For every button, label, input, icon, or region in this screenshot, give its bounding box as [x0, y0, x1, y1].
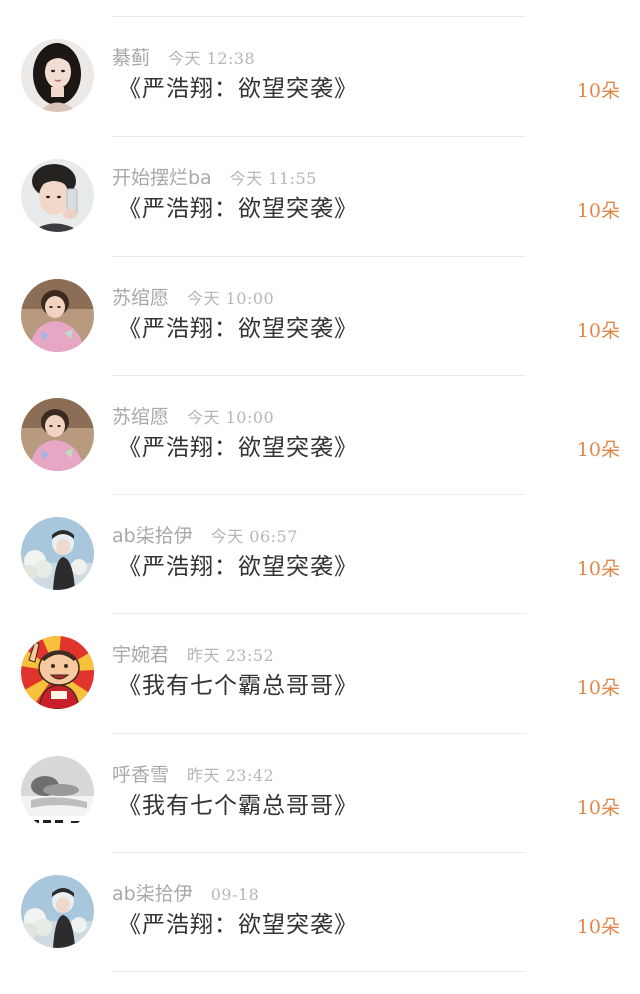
- record-meta: 开始摆烂ba 今天 11:55: [112, 165, 317, 191]
- avatar-boy-phone-icon[interactable]: [21, 159, 94, 232]
- gift-amount: 10朵: [576, 439, 620, 461]
- gift-amount: 10朵: [576, 677, 620, 699]
- avatar-cartoon-jersey-icon[interactable]: [21, 636, 94, 709]
- record-meta: 苏绾愿 今天 10:00: [112, 404, 274, 430]
- username[interactable]: 苏绾愿: [112, 287, 169, 309]
- avatar-girl-pink-shirt-icon[interactable]: [21, 398, 94, 471]
- username[interactable]: ab柒拾伊: [112, 525, 193, 547]
- username[interactable]: 呼香雪: [112, 764, 169, 786]
- gift-record-row[interactable]: ab柒拾伊 今天 06:57 《严浩翔：欲望突袭》 10朵: [0, 495, 640, 614]
- record-meta: ab柒拾伊 今天 06:57: [112, 523, 298, 549]
- username[interactable]: 綦蓟: [112, 47, 150, 69]
- book-title[interactable]: 《我有七个霸总哥哥》: [118, 670, 358, 702]
- avatar-girl-pink-shirt-icon[interactable]: [21, 279, 94, 352]
- gift-record-row[interactable]: 呼香雪 昨天 23:42 《我有七个霸总哥哥》 10朵: [0, 734, 640, 853]
- gift-record-row[interactable]: 开始摆烂ba 今天 11:55 《严浩翔：欲望突袭》 10朵: [0, 137, 640, 256]
- gift-amount: 10朵: [576, 80, 620, 102]
- gift-record-row[interactable]: ab柒拾伊 09-18 《严浩翔：欲望突袭》 10朵: [0, 853, 640, 972]
- username[interactable]: 宇婉君: [112, 644, 169, 666]
- book-title[interactable]: 《严浩翔：欲望突袭》: [118, 909, 358, 941]
- timestamp: 今天 10:00: [187, 289, 275, 308]
- timestamp: 昨天 23:52: [187, 646, 275, 665]
- gift-amount: 10朵: [576, 558, 620, 580]
- book-title[interactable]: 《严浩翔：欲望突袭》: [118, 193, 358, 225]
- record-meta: 綦蓟 今天 12:38: [112, 45, 255, 71]
- gift-amount: 10朵: [576, 200, 620, 222]
- gift-amount: 10朵: [576, 797, 620, 819]
- timestamp: 今天 12:38: [168, 49, 256, 68]
- book-title[interactable]: 《严浩翔：欲望突袭》: [118, 432, 358, 464]
- gift-amount: 10朵: [576, 916, 620, 938]
- timestamp: 09-18: [210, 885, 260, 904]
- timestamp: 昨天 23:42: [187, 766, 275, 785]
- record-meta: ab柒拾伊 09-18: [112, 881, 259, 907]
- book-title[interactable]: 《严浩翔：欲望突袭》: [118, 73, 358, 105]
- timestamp: 今天 10:00: [187, 408, 275, 427]
- username[interactable]: ab柒拾伊: [112, 883, 193, 905]
- book-title[interactable]: 《严浩翔：欲望突袭》: [118, 313, 358, 345]
- avatar-grayscale-photo-icon[interactable]: [21, 756, 94, 829]
- record-meta: 宇婉君 昨天 23:52: [112, 642, 274, 668]
- timestamp: 今天 11:55: [229, 169, 317, 188]
- avatar-girl-sky-blossom-icon[interactable]: [21, 875, 94, 948]
- gift-record-row[interactable]: 綦蓟 今天 12:38 《严浩翔：欲望突袭》 10朵: [0, 17, 640, 136]
- timestamp: 今天 06:57: [210, 527, 298, 546]
- gift-record-row[interactable]: 苏绾愿 今天 10:00 《严浩翔：欲望突袭》 10朵: [0, 376, 640, 495]
- avatar-girl-dark-hair-icon[interactable]: [21, 39, 94, 112]
- gift-record-row[interactable]: 宇婉君 昨天 23:52 《我有七个霸总哥哥》 10朵: [0, 614, 640, 733]
- gift-record-row[interactable]: 苏绾愿 今天 10:00 《严浩翔：欲望突袭》 10朵: [0, 257, 640, 376]
- book-title[interactable]: 《我有七个霸总哥哥》: [118, 790, 358, 822]
- username[interactable]: 苏绾愿: [112, 406, 169, 428]
- book-title[interactable]: 《严浩翔：欲望突袭》: [118, 551, 358, 583]
- record-meta: 苏绾愿 今天 10:00: [112, 285, 274, 311]
- row-divider: [112, 971, 526, 972]
- avatar-girl-sky-blossom-icon[interactable]: [21, 517, 94, 590]
- username[interactable]: 开始摆烂ba: [112, 167, 212, 189]
- gift-amount: 10朵: [576, 320, 620, 342]
- record-meta: 呼香雪 昨天 23:42: [112, 762, 274, 788]
